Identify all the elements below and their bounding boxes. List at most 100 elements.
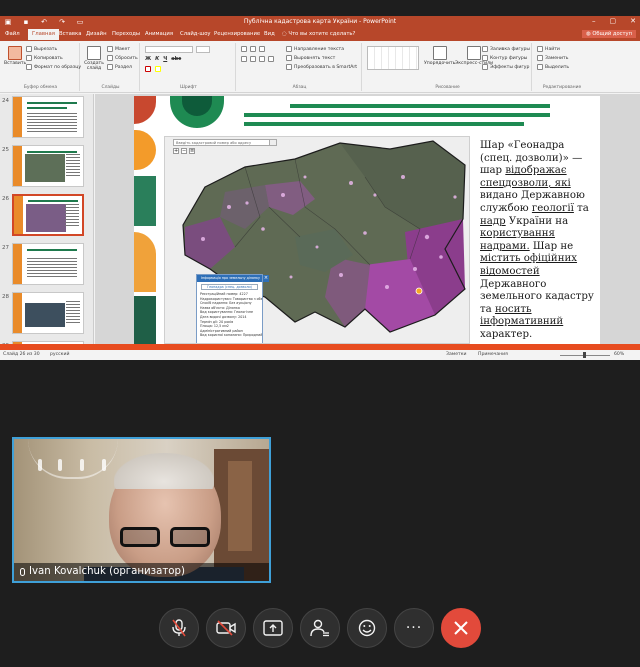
comments-button[interactable]: Примечания (478, 352, 508, 357)
search-icon (537, 46, 543, 52)
minimize-icon[interactable]: – (592, 17, 596, 25)
slide-text-run: та (573, 202, 589, 214)
format-painter-button[interactable]: Формат по образцу (26, 64, 81, 70)
numbering-icon[interactable] (250, 46, 256, 52)
tab-review[interactable]: Рецензирование (214, 31, 260, 37)
highlight-icon[interactable] (155, 66, 161, 72)
close-window-icon[interactable]: ✕ (630, 17, 636, 25)
scissors-icon (26, 46, 32, 52)
zoom-level[interactable]: 60% (614, 352, 624, 357)
quick-styles-icon (467, 46, 482, 60)
indent-icon[interactable] (259, 46, 265, 52)
shared-screen-powerpoint: ▣ ▪ ↶ ↷ ▭ Публічна кадастрова карта Укра… (0, 16, 640, 360)
thumbnail-number: 26 (2, 196, 9, 202)
font-family-select[interactable] (145, 46, 193, 53)
replace-button[interactable]: Заменить (537, 55, 568, 61)
shape-effects-button[interactable]: Эффекты фигур (482, 64, 529, 70)
new-slide-icon (87, 46, 101, 60)
tab-slideshow[interactable]: Слайд-шоу (180, 31, 211, 37)
participant-video-tile[interactable]: Ivan Kovalchuk (организатор) (12, 437, 271, 583)
window-title: Публічна кадастрова карта України - Powe… (243, 18, 397, 25)
select-button[interactable]: Выделить (537, 64, 569, 70)
strikethrough-icon[interactable]: abc (171, 56, 181, 62)
align-text-button[interactable]: Выровнять текст (286, 55, 335, 61)
reactions-button[interactable] (347, 608, 387, 648)
arrange-button[interactable]: Упорядочить (424, 46, 455, 66)
slide-thumbnail-25[interactable] (12, 145, 84, 187)
decor-shape (134, 296, 156, 344)
mute-microphone-button[interactable] (159, 608, 199, 648)
group-clipboard: Вставить Вырезать Копировать Формат по о… (2, 43, 81, 91)
maximize-icon[interactable]: ▢ (610, 17, 617, 25)
shapes-gallery[interactable] (367, 46, 419, 70)
tab-view[interactable]: Вид (264, 31, 275, 37)
tell-me-search[interactable]: ◌ Что вы хотите сделать? (282, 31, 355, 37)
group-font: Ж К Ч abc Шрифт (142, 43, 236, 91)
current-slide[interactable]: Введіть кадастровий номер або адресу + −… (134, 96, 600, 344)
slide-thumbnails-pane[interactable]: 24 25 26 27 28 (0, 94, 94, 347)
align-right-icon[interactable] (259, 56, 265, 62)
tab-file[interactable]: Файл (5, 31, 20, 37)
decor-stripe (244, 122, 524, 126)
camera-off-icon (216, 620, 236, 636)
bold-icon[interactable]: Ж (145, 56, 151, 62)
share-screen-button[interactable] (253, 608, 293, 648)
slide-text-run: України на (505, 215, 569, 227)
participants-button[interactable] (300, 608, 340, 648)
slide-editor[interactable]: Введіть кадастровий номер або адресу + −… (95, 94, 640, 347)
align-center-icon[interactable] (250, 56, 256, 62)
decor-stripe (244, 113, 550, 117)
map-info-panel: Інформація про земельну ділянку × Геонад… (196, 274, 269, 343)
find-button[interactable]: Найти (537, 46, 560, 52)
font-size-select[interactable] (196, 46, 210, 53)
slide-thumbnail-26-selected[interactable] (12, 194, 84, 236)
section-button[interactable]: Раздел (107, 64, 132, 70)
bullets-icon[interactable] (241, 46, 247, 52)
tab-transitions[interactable]: Переходы (112, 31, 140, 37)
font-color-icon[interactable] (145, 66, 151, 72)
info-rows: Реєстраційний номер: 4227 Надрокористувач… (197, 292, 262, 338)
more-options-button[interactable]: ··· (394, 608, 434, 648)
underline-icon[interactable]: Ч (163, 56, 167, 62)
layout-button[interactable]: Макет (107, 46, 130, 52)
new-slide-button[interactable]: Создать слайд (84, 46, 104, 71)
thumbnail-number: 24 (2, 98, 9, 104)
language-indicator[interactable]: русский (50, 352, 69, 357)
layers-icon: ≡ (189, 148, 195, 154)
shape-outline-button[interactable]: Контур фигуры (482, 55, 527, 61)
slide-text-run: надр (480, 215, 506, 227)
shapes-gallery-icon (367, 46, 419, 70)
reset-button[interactable]: Сбросить (107, 55, 138, 61)
toggle-camera-button[interactable] (206, 608, 246, 648)
tab-animations[interactable]: Анимация (145, 31, 173, 37)
copy-button[interactable]: Копировать (26, 55, 63, 61)
cut-button[interactable]: Вырезать (26, 46, 57, 52)
paste-button[interactable]: Вставить (4, 46, 26, 66)
tab-home[interactable]: Главная (28, 29, 59, 40)
text-direction-icon (286, 46, 292, 52)
slide-thumbnail-27[interactable] (12, 243, 84, 285)
align-left-icon[interactable] (241, 56, 247, 62)
font-style-buttons: Ж К Ч abc (145, 56, 181, 62)
participant-name-bar: Ivan Kovalchuk (организатор) (14, 563, 269, 581)
tab-design[interactable]: Дизайн (86, 31, 107, 37)
smartart-button[interactable]: Преобразовать в SmartArt (286, 64, 357, 70)
glasses (118, 527, 214, 549)
reset-icon (107, 55, 113, 61)
shape-fill-button[interactable]: Заливка фигуры (482, 46, 530, 52)
select-icon (537, 64, 543, 70)
justify-icon[interactable] (268, 56, 274, 62)
italic-icon[interactable]: К (155, 56, 159, 62)
layout-icon (107, 46, 113, 52)
leave-meeting-button[interactable] (441, 608, 481, 648)
slide-counter: Слайд 26 из 30 (3, 352, 40, 357)
zoom-slider-handle[interactable] (583, 352, 586, 358)
slide-body-text[interactable]: Шар «Геонадра (спец. дозволи)» — шар від… (480, 140, 596, 342)
tab-insert[interactable]: Вставка (59, 31, 81, 37)
notes-button[interactable]: Заметки (446, 352, 467, 357)
more-icon: ··· (405, 620, 423, 636)
text-direction-button[interactable]: Направление текста (286, 46, 344, 52)
slide-thumbnail-24[interactable] (12, 96, 84, 138)
slide-thumbnail-28[interactable] (12, 292, 84, 334)
share-button[interactable]: ◍ Общий доступ (582, 30, 636, 38)
